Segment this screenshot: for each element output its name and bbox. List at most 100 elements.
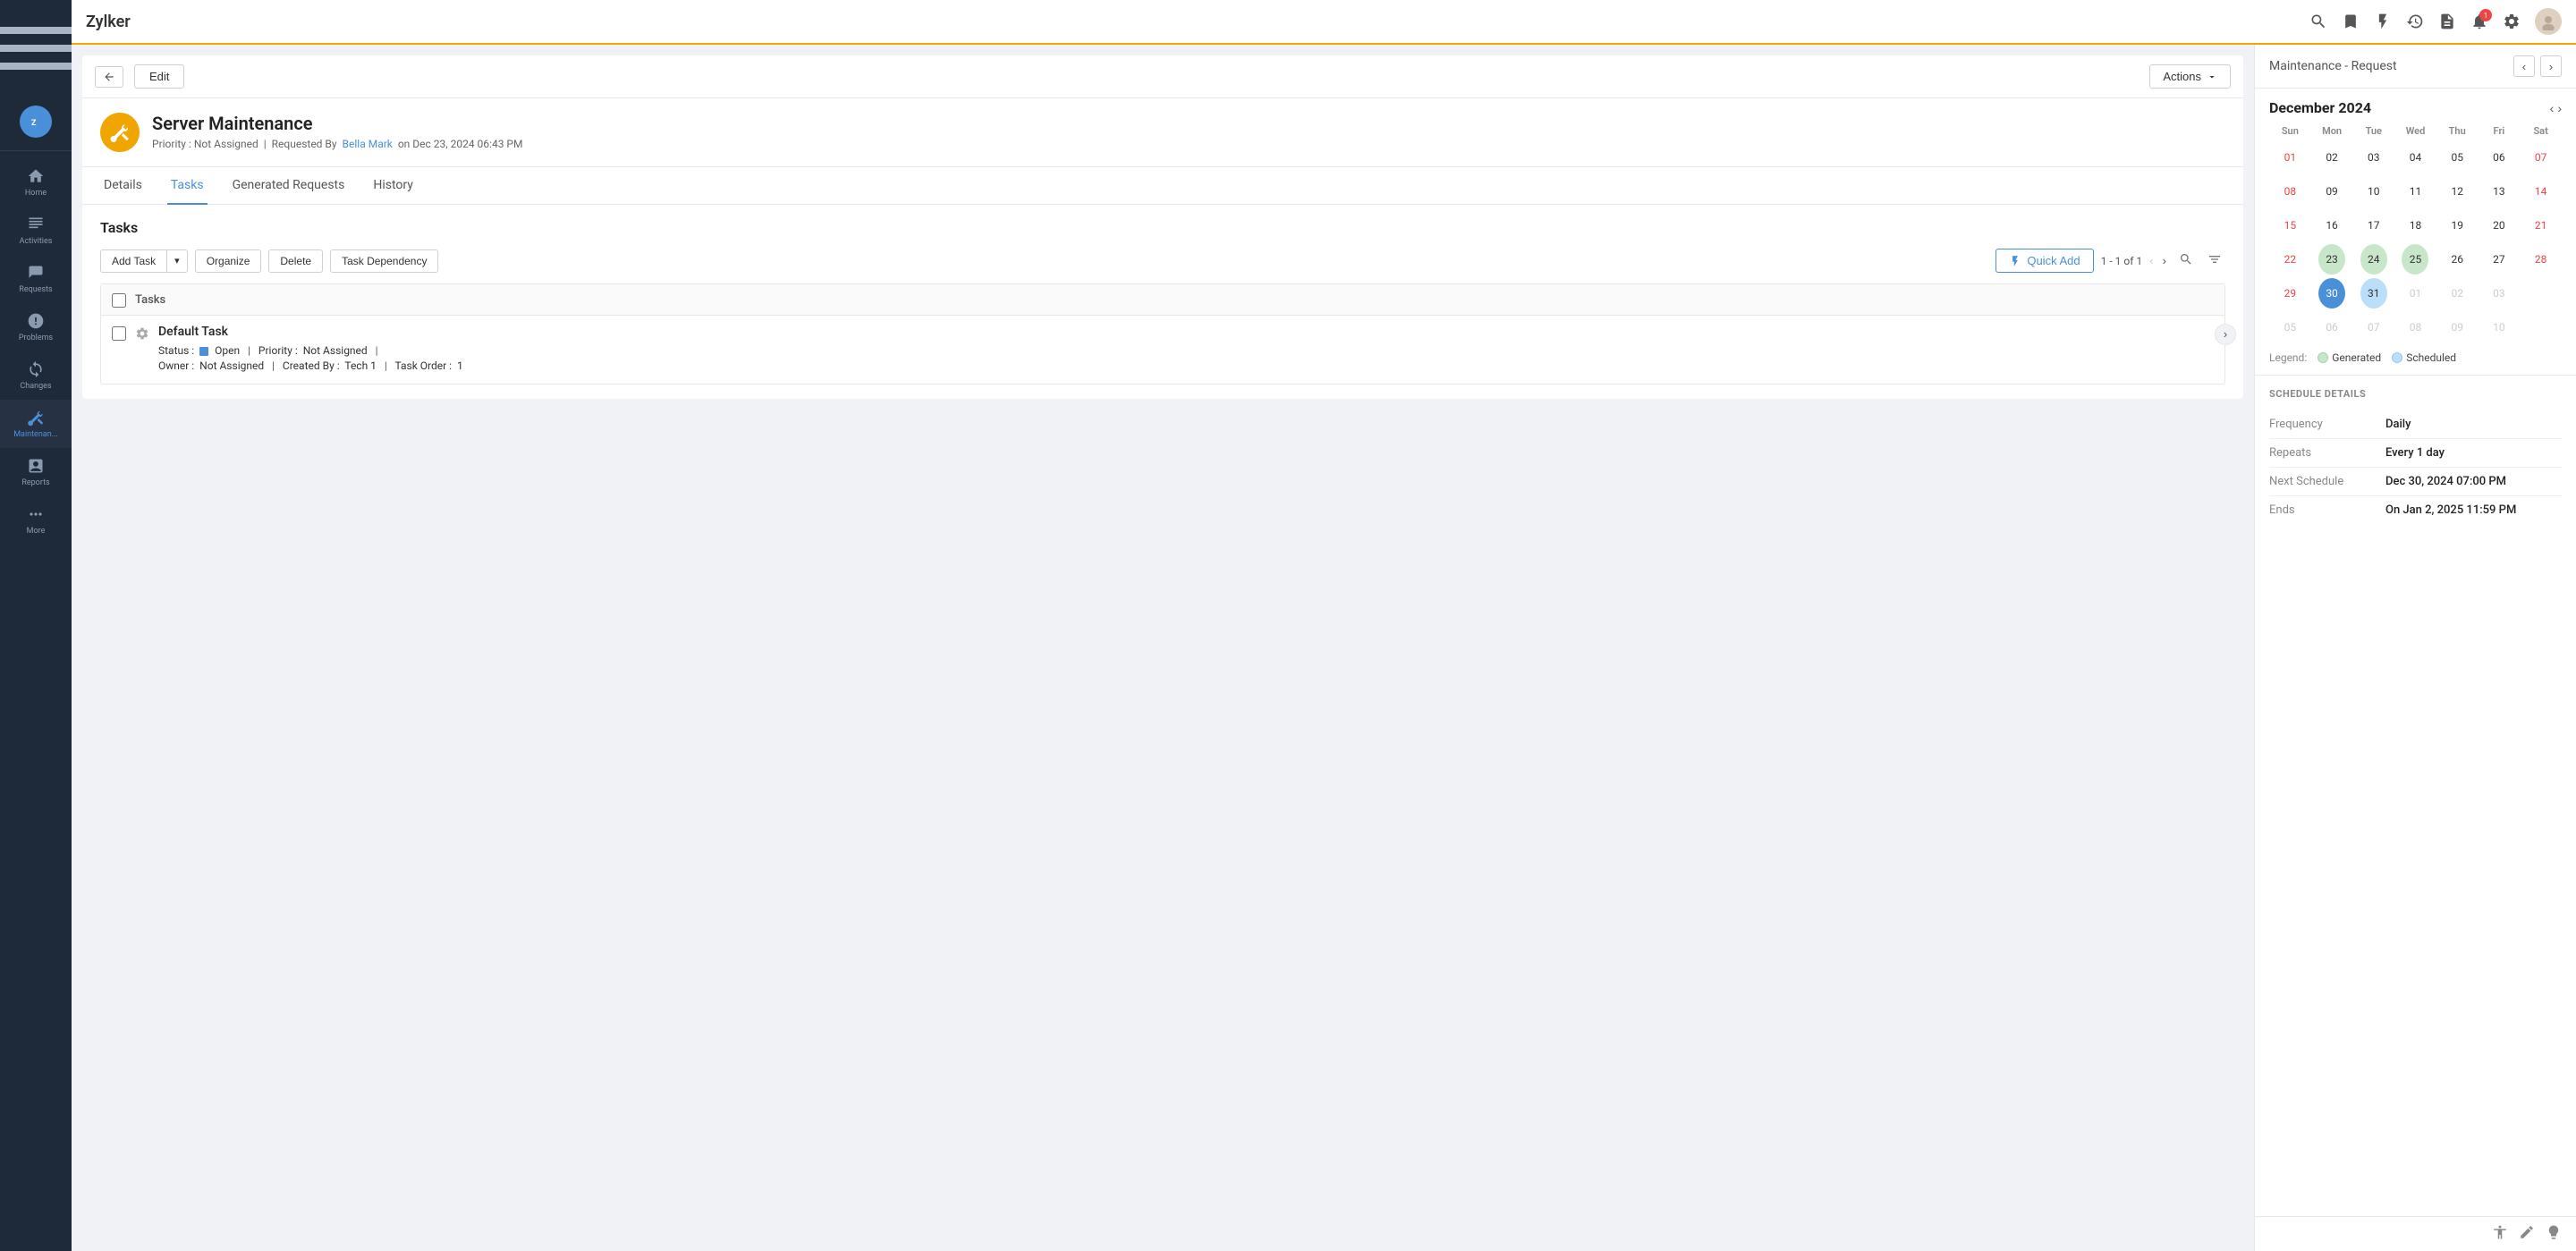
- sidebar-item-home[interactable]: Home: [0, 158, 72, 207]
- cal-day-next-08[interactable]: 08: [2402, 312, 2428, 342]
- prev-page-button[interactable]: ‹: [2148, 252, 2155, 269]
- document-icon[interactable]: [2438, 13, 2456, 30]
- topbar-icons: 1: [2309, 8, 2562, 35]
- cal-day-20[interactable]: 20: [2486, 210, 2512, 241]
- cal-day-05[interactable]: 05: [2444, 142, 2470, 173]
- next-page-button[interactable]: ›: [2161, 252, 2168, 269]
- cal-day-21[interactable]: 21: [2528, 210, 2555, 241]
- tab-generated-requests[interactable]: Generated Requests: [229, 167, 349, 205]
- calendar-next-button[interactable]: ›: [2557, 101, 2562, 115]
- hamburger-menu[interactable]: [0, 0, 72, 97]
- sidebar-item-reports[interactable]: Reports: [0, 448, 72, 496]
- edit-icon[interactable]: [2519, 1224, 2535, 1244]
- cal-day-13[interactable]: 13: [2486, 176, 2512, 207]
- cal-day-15[interactable]: 15: [2276, 210, 2303, 241]
- cal-day-24[interactable]: 24: [2360, 244, 2387, 275]
- history-icon[interactable]: [2406, 13, 2424, 30]
- tasks-section-title: Tasks: [100, 219, 2225, 236]
- cal-day-next-06[interactable]: 06: [2318, 312, 2345, 342]
- cal-day-01[interactable]: 01: [2276, 142, 2303, 173]
- avatar[interactable]: [2535, 8, 2562, 35]
- schedule-details: SCHEDULE DETAILS Frequency Daily Repeats…: [2255, 376, 2576, 537]
- cal-day-29[interactable]: 29: [2276, 278, 2303, 309]
- actions-button[interactable]: Actions: [2149, 64, 2231, 89]
- cal-day-26[interactable]: 26: [2444, 244, 2470, 275]
- right-panel: Maintenance - Request ‹ › December 2024 …: [2254, 45, 2576, 1251]
- add-task-dropdown[interactable]: ▾: [166, 249, 188, 273]
- sidebar-item-more[interactable]: More: [0, 496, 72, 545]
- cal-day-30[interactable]: 30: [2318, 278, 2345, 309]
- cal-day-next-10[interactable]: 10: [2486, 312, 2512, 342]
- quick-add-button[interactable]: Quick Add: [1996, 249, 2093, 273]
- requested-by-link[interactable]: Bella Mark: [343, 138, 393, 150]
- calendar-prev-button[interactable]: ‹: [2550, 101, 2555, 115]
- panel-next-button[interactable]: ›: [2540, 55, 2562, 77]
- legend-generated: Generated: [2318, 351, 2381, 364]
- calendar: December 2024 ‹ › Sun Mon Tue Wed Thu Fr…: [2255, 89, 2576, 376]
- cal-day-next-03[interactable]: 03: [2486, 278, 2512, 309]
- cal-day-08[interactable]: 08: [2276, 176, 2303, 207]
- columns-button[interactable]: [2204, 249, 2225, 273]
- search-icon[interactable]: [2309, 13, 2327, 30]
- cal-day-12[interactable]: 12: [2444, 176, 2470, 207]
- cal-day-25[interactable]: 25: [2402, 244, 2428, 275]
- sidebar-item-activities[interactable]: Activities: [0, 207, 72, 255]
- select-all-checkbox[interactable]: [112, 293, 126, 308]
- expand-column-button[interactable]: ›: [2215, 324, 2236, 345]
- panel-prev-button[interactable]: ‹: [2513, 55, 2535, 77]
- task-dependency-button[interactable]: Task Dependency: [330, 249, 438, 273]
- table-search-button[interactable]: [2175, 249, 2197, 273]
- add-task-button[interactable]: Add Task: [100, 249, 166, 273]
- sidebar-item-problems[interactable]: Problems: [0, 303, 72, 351]
- tab-history[interactable]: History: [369, 167, 417, 205]
- cal-day-17[interactable]: 17: [2360, 210, 2387, 241]
- sidebar-item-maintenance[interactable]: Maintenan...: [0, 400, 72, 448]
- cal-day-next-05[interactable]: 05: [2276, 312, 2303, 342]
- sidebar-item-changes[interactable]: Changes: [0, 351, 72, 400]
- cal-day-next-09[interactable]: 09: [2444, 312, 2470, 342]
- sidebar-item-requests[interactable]: Requests: [0, 255, 72, 303]
- cal-day-28[interactable]: 28: [2528, 244, 2555, 275]
- cal-day-14[interactable]: 14: [2528, 176, 2555, 207]
- task-checkbox[interactable]: [112, 326, 126, 341]
- cal-day-19[interactable]: 19: [2444, 210, 2470, 241]
- cal-day-27[interactable]: 27: [2486, 244, 2512, 275]
- legend-scheduled-dot: [2392, 352, 2402, 363]
- cal-day-next-01[interactable]: 01: [2402, 278, 2428, 309]
- lightning-icon[interactable]: [2374, 13, 2392, 30]
- main-card: Edit Actions Server Maintena: [82, 55, 2243, 399]
- status-dot: [199, 347, 208, 356]
- cal-day-09[interactable]: 09: [2318, 176, 2345, 207]
- cal-day-02[interactable]: 02: [2318, 142, 2345, 173]
- edit-button[interactable]: Edit: [134, 64, 184, 89]
- task-settings-icon[interactable]: [135, 326, 149, 344]
- cal-day-16[interactable]: 16: [2318, 210, 2345, 241]
- cal-day-10[interactable]: 10: [2360, 176, 2387, 207]
- cal-day-next-02[interactable]: 02: [2444, 278, 2470, 309]
- request-meta: Priority : Not Assigned | Requested By B…: [152, 138, 522, 150]
- notifications-icon[interactable]: 1: [2470, 13, 2488, 30]
- cal-day-31[interactable]: 31: [2360, 278, 2387, 309]
- back-button[interactable]: [95, 66, 123, 88]
- cal-day-next-07[interactable]: 07: [2360, 312, 2387, 342]
- main-area: Zylker 1: [72, 0, 2576, 1251]
- cal-day-22[interactable]: 22: [2276, 244, 2303, 275]
- tab-details[interactable]: Details: [100, 167, 146, 205]
- tab-tasks[interactable]: Tasks: [167, 167, 208, 205]
- bookmark-icon[interactable]: [2342, 13, 2360, 30]
- cal-day-11[interactable]: 11: [2402, 176, 2428, 207]
- cal-day-23[interactable]: 23: [2318, 244, 2345, 275]
- cal-day-07[interactable]: 07: [2528, 142, 2555, 173]
- delete-button[interactable]: Delete: [268, 249, 323, 273]
- cal-day-06[interactable]: 06: [2486, 142, 2512, 173]
- accessibility-icon[interactable]: [2492, 1224, 2508, 1244]
- notification-badge: 1: [2479, 9, 2492, 21]
- organize-button[interactable]: Organize: [195, 249, 262, 273]
- lightbulb-icon[interactable]: [2546, 1224, 2562, 1244]
- settings-icon[interactable]: [2503, 13, 2521, 30]
- cal-day-04[interactable]: 04: [2402, 142, 2428, 173]
- tabs: Details Tasks Generated Requests History: [82, 167, 2243, 205]
- cal-day-18[interactable]: 18: [2402, 210, 2428, 241]
- request-info: Server Maintenance Priority : Not Assign…: [152, 113, 522, 150]
- cal-day-03[interactable]: 03: [2360, 142, 2387, 173]
